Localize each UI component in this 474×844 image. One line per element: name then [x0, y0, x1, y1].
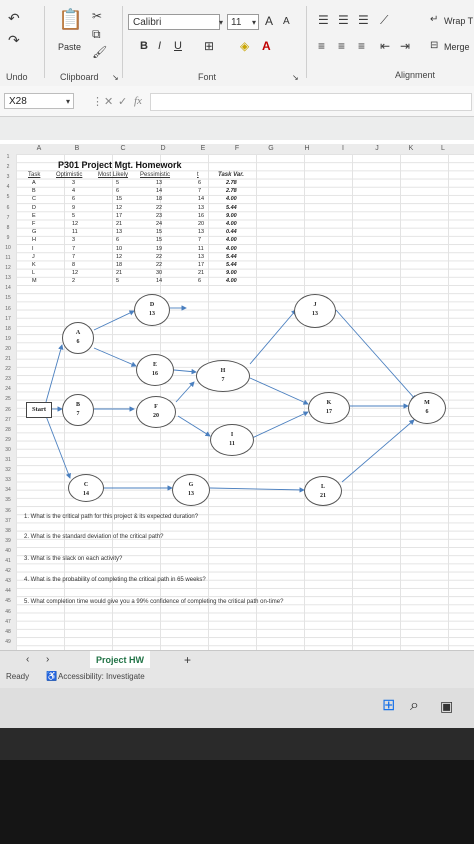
arrow-h-j: [249, 309, 297, 365]
question-5: 5. What completion time would give you a…: [24, 599, 284, 605]
node-k: K 17: [308, 392, 350, 424]
node-label: C: [83, 482, 89, 488]
arrow-e-h: [173, 368, 197, 375]
node-value: 14: [83, 491, 89, 497]
node-value: 13: [149, 311, 155, 317]
node-m: M6: [408, 392, 446, 424]
node-label: A: [75, 330, 81, 336]
prev-sheet-icon[interactable]: ‹: [26, 654, 29, 666]
search-icon[interactable]: ⌕: [410, 698, 419, 714]
node-label: M: [424, 400, 430, 406]
node-e: E 16: [136, 354, 174, 386]
node-value: 17: [326, 409, 332, 415]
node-label: E: [152, 362, 157, 368]
node-label: L: [320, 484, 325, 490]
node-value: 13: [188, 491, 194, 497]
start-node: Start: [26, 402, 52, 418]
arrow-a-d: [93, 310, 135, 331]
node-label: K: [326, 400, 332, 406]
add-sheet-button[interactable]: +: [184, 654, 191, 666]
node-label: I: [230, 432, 234, 438]
arrow-h-k: [249, 377, 309, 405]
question-2: 2. What is the standard deviation of the…: [24, 534, 164, 540]
node-label: G: [188, 482, 194, 488]
arrow-i-k: [251, 411, 309, 439]
node-g: G 13: [172, 474, 210, 506]
arrow-start-a: [45, 344, 64, 403]
arrow-f-h: [175, 381, 195, 403]
node-label: J: [313, 302, 317, 308]
node-a: A6: [62, 322, 94, 354]
node-d: D 13: [134, 294, 170, 326]
accessibility-icon: ♿: [46, 671, 58, 681]
node-i: I 11: [210, 424, 254, 456]
excel-window: ↶ ↷ Undo 📋 Paste ✂ ⧉ 🖌 Clipboard ↘ Calib…: [0, 0, 474, 760]
node-label: D: [149, 302, 155, 308]
node-value: 7: [221, 377, 225, 383]
node-value: 6: [76, 339, 80, 345]
node-b: B7: [62, 394, 94, 426]
arrow-j-m: [335, 309, 417, 401]
question-1: 1. What is the critical path for this pr…: [24, 514, 199, 520]
question-4: 4. What is the probability of completing…: [24, 577, 206, 583]
taskbar: ⊞ ⌕ ▣: [0, 688, 474, 728]
next-sheet-icon[interactable]: ›: [46, 654, 49, 666]
node-f: F 20: [136, 396, 176, 428]
task-view-icon[interactable]: ▣: [440, 699, 453, 713]
sheet-tabs-bar: ‹ › Project HW +: [0, 650, 474, 671]
windows-start-icon[interactable]: ⊞: [382, 698, 395, 714]
status-bar: Ready ♿ Accessibility: Investigate: [0, 668, 474, 688]
question-3: 3. What is the slack on each activity?: [24, 556, 123, 562]
node-value: 6: [425, 409, 429, 415]
node-value: 20: [153, 413, 159, 419]
node-value: 21: [320, 493, 326, 499]
node-value: 7: [76, 411, 80, 417]
status-accessibility[interactable]: Accessibility: Investigate: [58, 672, 145, 681]
screen-bezel: [0, 728, 474, 760]
node-value: 11: [229, 441, 235, 447]
node-h: H7: [196, 360, 250, 392]
status-ready: Ready: [6, 672, 30, 681]
arrow-start-c: [45, 415, 71, 479]
node-c: C 14: [68, 474, 104, 502]
node-label: B: [75, 402, 80, 408]
arrow-a-e: [93, 347, 137, 367]
node-label: F: [154, 404, 158, 410]
arrow-f-i: [177, 415, 211, 437]
arrow-g-l: [209, 487, 305, 493]
node-j: J 13: [294, 294, 336, 328]
arrow-l-m: [341, 419, 415, 483]
node-value: 16: [152, 371, 158, 377]
node-l: L 21: [304, 476, 342, 506]
node-value: 13: [312, 311, 318, 317]
node-label: H: [220, 368, 226, 374]
